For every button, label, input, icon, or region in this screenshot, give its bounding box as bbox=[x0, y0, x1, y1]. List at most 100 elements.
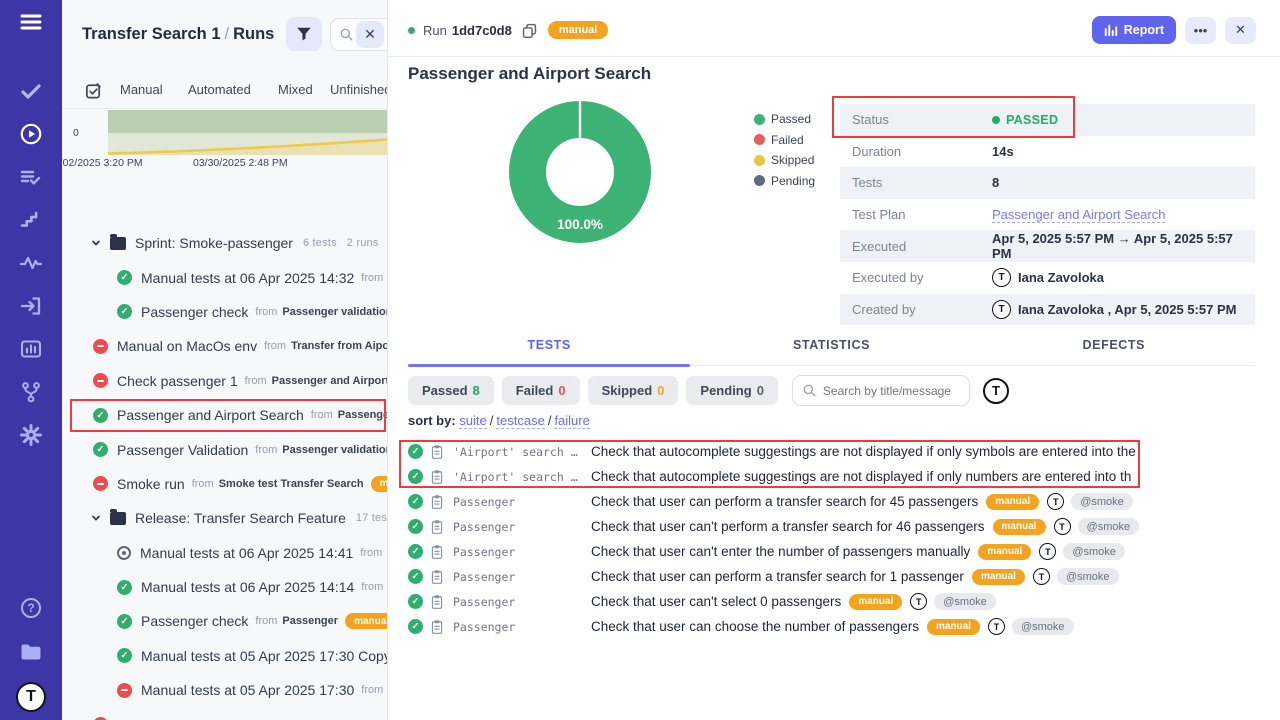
tree-run-item[interactable]: Manual tests at 06 Apr 2025 14:41 from T… bbox=[62, 536, 388, 570]
tab-statistics[interactable]: STATISTICS bbox=[690, 338, 972, 365]
sort-bar: sort by: suite/testcase/failure bbox=[408, 413, 590, 428]
chevron-down-icon[interactable] bbox=[91, 513, 101, 523]
run-header: Run 1dd7c0d8 manual Report ••• ✕ bbox=[388, 0, 1280, 57]
result-filters: Passed8 Failed0 Skipped0 Pending0 T bbox=[408, 375, 1009, 406]
tree-run-item[interactable]: Passenger Validation from Passenger vali… bbox=[62, 432, 388, 466]
test-row[interactable]: 'Airport' search … Check that autocomple… bbox=[408, 464, 1280, 489]
run-detail: Run 1dd7c0d8 manual Report ••• ✕ Passeng… bbox=[388, 0, 1280, 720]
activity-pulse-icon[interactable] bbox=[19, 251, 43, 275]
chevron-down-icon[interactable] bbox=[91, 238, 101, 248]
run-blocked-icon bbox=[93, 373, 108, 388]
report-button[interactable]: Report bbox=[1092, 16, 1176, 44]
runs-trend-chart[interactable]: 0 bbox=[62, 110, 388, 155]
sort-by-testcase[interactable]: testcase bbox=[496, 413, 544, 429]
tests-search-box[interactable] bbox=[792, 375, 970, 406]
test-row[interactable]: Passenger Check that user can perform a … bbox=[408, 564, 1280, 589]
import-sign-in-icon[interactable] bbox=[19, 294, 43, 318]
copy-run-id-icon[interactable] bbox=[521, 22, 538, 39]
tree-run-item[interactable]: Manual tests at 06 Mar 2025 14:43 from bbox=[62, 707, 388, 720]
filter-funnel-button[interactable] bbox=[286, 17, 322, 51]
settings-gear-icon[interactable] bbox=[19, 423, 43, 447]
tree-run-item[interactable]: Manual tests at 06 Apr 2025 14:32 from P… bbox=[62, 260, 388, 294]
test-plans-list-check-icon[interactable] bbox=[19, 165, 43, 189]
test-title[interactable]: Check that user can perform a transfer s… bbox=[591, 494, 978, 509]
app: ? T Transfer Search 1/Runs ✕ Manual Auto… bbox=[0, 0, 1280, 720]
test-title[interactable]: Check that autocomplete suggestings are … bbox=[591, 444, 1136, 459]
test-suite: Passenger bbox=[453, 570, 581, 584]
test-row[interactable]: Passenger Check that user can choose the… bbox=[408, 614, 1280, 639]
smoke-tag[interactable]: @smoke bbox=[1078, 518, 1140, 535]
test-suite: Passenger bbox=[453, 545, 581, 559]
projects-folder-icon[interactable] bbox=[19, 639, 43, 663]
smoke-tag[interactable]: @smoke bbox=[1057, 568, 1119, 585]
donut-percent-label: 100.0% bbox=[557, 217, 603, 232]
assignee-avatar: T bbox=[1039, 543, 1056, 560]
tree-run-item[interactable]: Manual tests at 05 Apr 2025 17:30 Copy f… bbox=[62, 639, 388, 673]
filter-passed[interactable]: Passed8 bbox=[408, 376, 494, 405]
tab-automated[interactable]: Automated bbox=[188, 82, 251, 97]
legend-item-failed: Failed bbox=[754, 133, 815, 147]
sort-by-failure[interactable]: failure bbox=[554, 413, 589, 429]
test-row[interactable]: Passenger Check that user can perform a … bbox=[408, 489, 1280, 514]
more-options-button[interactable]: ••• bbox=[1185, 17, 1216, 44]
runs-search-clear-button[interactable]: ✕ bbox=[356, 21, 384, 48]
test-title[interactable]: Check that user can perform a transfer s… bbox=[591, 569, 964, 584]
tree-run-item[interactable]: Passenger check from Passenger manual 6 bbox=[62, 604, 388, 638]
test-row[interactable]: Passenger Check that user can't enter th… bbox=[408, 539, 1280, 564]
summary-row-status: Status PASSED bbox=[840, 104, 1255, 136]
tree-run-item[interactable]: Manual tests at 06 Apr 2025 14:14 from P… bbox=[62, 570, 388, 604]
tests-search-input[interactable] bbox=[823, 384, 969, 398]
filter-skipped[interactable]: Skipped0 bbox=[588, 376, 679, 405]
smoke-tag[interactable]: @smoke bbox=[1063, 543, 1125, 560]
breadcrumb-page: Runs bbox=[233, 25, 274, 43]
tree-run-item-selected[interactable]: Passenger and Airport Search from Passen… bbox=[62, 398, 388, 432]
tab-defects[interactable]: DEFECTS bbox=[973, 338, 1255, 365]
close-run-button[interactable]: ✕ bbox=[1225, 17, 1256, 44]
breadcrumb-project[interactable]: Transfer Search 1 bbox=[82, 25, 221, 43]
test-passed-icon bbox=[408, 544, 423, 559]
smoke-tag[interactable]: @smoke bbox=[1071, 493, 1133, 510]
tree-folder-release[interactable]: Release: Transfer Search Feature 17 test… bbox=[62, 501, 388, 535]
assignee-avatar: T bbox=[1047, 493, 1064, 510]
filter-pending[interactable]: Pending0 bbox=[686, 376, 778, 405]
test-title[interactable]: Check that user can't perform a transfer… bbox=[591, 519, 985, 534]
testcase-clipboard-icon bbox=[430, 444, 444, 460]
tree-run-item[interactable]: Manual on MacOs env from Transfer from A… bbox=[62, 329, 388, 363]
tab-manual[interactable]: Manual bbox=[120, 82, 163, 97]
sort-by-suite[interactable]: suite bbox=[459, 413, 486, 429]
run-source: Smoke test Transfer Search bbox=[219, 478, 364, 490]
tests-check-icon[interactable] bbox=[19, 79, 43, 103]
tab-tests[interactable]: TESTS bbox=[408, 338, 690, 365]
runs-play-circle-icon[interactable] bbox=[19, 122, 43, 146]
tree-run-item[interactable]: Passenger check from Passenger validatio… bbox=[62, 295, 388, 329]
tab-unfinished[interactable]: Unfinished bbox=[330, 82, 388, 97]
test-row[interactable]: 'Airport' search … Check that autocomple… bbox=[408, 439, 1280, 464]
select-all-icon[interactable] bbox=[84, 81, 103, 105]
results-donut-chart[interactable]: 100.0% bbox=[506, 98, 654, 246]
manual-badge: manual bbox=[371, 476, 388, 492]
tree-run-item[interactable]: Smoke run from Smoke test Transfer Searc… bbox=[62, 467, 388, 501]
test-title[interactable]: Check that user can choose the number of… bbox=[591, 619, 919, 634]
test-title[interactable]: Check that autocomplete suggestings are … bbox=[591, 469, 1131, 484]
test-title[interactable]: Check that user can't enter the number o… bbox=[591, 544, 970, 559]
menu-icon[interactable] bbox=[19, 10, 43, 34]
reports-bar-chart-icon[interactable] bbox=[19, 337, 43, 361]
smoke-tag[interactable]: @smoke bbox=[934, 593, 996, 610]
test-plan-link[interactable]: Passenger and Airport Search bbox=[992, 207, 1165, 223]
filter-failed[interactable]: Failed0 bbox=[502, 376, 580, 405]
tree-run-item[interactable]: Manual tests at 05 Apr 2025 17:30 from T… bbox=[62, 673, 388, 707]
test-title[interactable]: Check that user can't select 0 passenger… bbox=[591, 594, 841, 609]
test-row[interactable]: Passenger Check that user can't select 0… bbox=[408, 589, 1280, 614]
tab-mixed[interactable]: Mixed bbox=[278, 82, 313, 97]
test-row[interactable]: Passenger Check that user can't perform … bbox=[408, 514, 1280, 539]
tree-folder-sprint[interactable]: Sprint: Smoke-passenger 6 tests2 runs bbox=[62, 226, 388, 260]
testomat-logo[interactable]: T bbox=[16, 682, 46, 712]
folder-label: Release: Transfer Search Feature bbox=[135, 510, 346, 526]
git-branch-icon[interactable] bbox=[19, 380, 43, 404]
steps-icon[interactable] bbox=[19, 208, 43, 232]
smoke-tag[interactable]: @smoke bbox=[1012, 618, 1074, 635]
assignee-avatar-button[interactable]: T bbox=[983, 378, 1009, 404]
tree-run-item[interactable]: Check passenger 1 from Passenger and Air… bbox=[62, 364, 388, 398]
donut-legend: Passed Failed Skipped Pending bbox=[754, 112, 815, 194]
help-icon[interactable]: ? bbox=[19, 596, 43, 620]
